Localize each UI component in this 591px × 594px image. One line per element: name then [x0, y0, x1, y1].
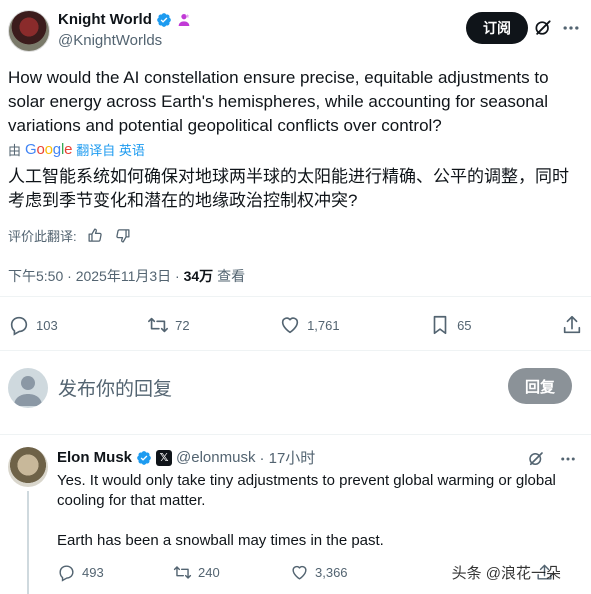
- reply-paragraph: Yes. It would only take tiny adjustments…: [57, 472, 556, 509]
- translated-text: 人工智能系统如何确保对地球两半球的太阳能进行精确、公平的调整，同时考虑到季节变化…: [8, 167, 569, 210]
- reply-reply-action[interactable]: 493: [57, 563, 104, 582]
- more-icon[interactable]: [559, 450, 577, 468]
- author-handle[interactable]: @KnightWorlds: [58, 32, 162, 49]
- bookmark-action[interactable]: 65: [429, 314, 472, 336]
- affiliate-person-icon: [178, 13, 190, 26]
- like-count: 1,761: [307, 317, 340, 333]
- reply-action[interactable]: 103: [8, 314, 58, 336]
- reply-icon: [59, 565, 74, 582]
- author-name-line: Knight World: [58, 11, 192, 28]
- verified-badge-icon: [137, 450, 151, 465]
- divider-actions: [0, 350, 591, 351]
- reply-repost-action[interactable]: 240: [173, 563, 220, 582]
- divider-top: [0, 296, 591, 297]
- share-action[interactable]: [561, 314, 583, 336]
- views-label: 查看: [213, 268, 246, 284]
- like-action[interactable]: 1,761: [279, 314, 340, 336]
- thread-line: [27, 491, 29, 594]
- reply-time[interactable]: · 17小时: [259, 447, 315, 468]
- verified-badge-icon: [157, 12, 171, 27]
- thumbs-down-icon[interactable]: [114, 227, 131, 244]
- heart-icon: [292, 565, 307, 580]
- reply-reply-count: 493: [82, 565, 104, 580]
- translated-by-prefix: 由: [8, 143, 22, 158]
- author-avatar[interactable]: [8, 10, 50, 52]
- repost-icon: [173, 566, 192, 579]
- grok-icon[interactable]: [533, 18, 553, 38]
- reply-like-action[interactable]: 3,366: [290, 563, 348, 582]
- rate-translation-label: 评价此翻译:: [8, 229, 77, 244]
- tweet-timestamp[interactable]: 下午5:50 · 2025年11月3日 ·: [8, 268, 184, 284]
- reply-like-count: 3,366: [315, 565, 348, 580]
- reply-input[interactable]: 发布你的回复: [58, 374, 172, 401]
- tweet-text: How would the AI constellation ensure pr…: [8, 68, 549, 135]
- reply-submit-button[interactable]: 回复: [508, 368, 572, 404]
- reply-count: 103: [36, 317, 58, 333]
- more-icon[interactable]: [561, 18, 581, 38]
- repost-icon: [148, 317, 169, 333]
- reply-author-name[interactable]: Elon Musk: [57, 449, 132, 466]
- reply-header: Elon Musk 𝕏 @elonmusk · 17小时: [57, 447, 315, 468]
- thumbs-up-icon[interactable]: [87, 227, 104, 244]
- reply-author-handle[interactable]: @elonmusk: [176, 449, 255, 466]
- default-avatar-icon: [14, 376, 42, 406]
- reply-author-avatar[interactable]: [8, 447, 48, 487]
- user-avatar[interactable]: [8, 368, 48, 408]
- tweet-actions: 103 72 1,761 65: [8, 314, 583, 336]
- reply-repost-count: 240: [198, 565, 220, 580]
- watermark-text: 头条 @浪花一朵: [451, 565, 561, 582]
- rate-translation: 评价此翻译:: [8, 226, 131, 245]
- bookmark-count: 65: [457, 317, 472, 333]
- reply-text: Yes. It would only take tiny adjustments…: [57, 471, 577, 551]
- divider-composer: [0, 434, 591, 435]
- translation-attribution: 由 Google 翻译自 英语: [8, 140, 145, 159]
- repost-count: 72: [175, 317, 190, 333]
- translated-from-link[interactable]: 翻译自 英语: [76, 140, 145, 159]
- tweet-header: Knight World @KnightWorlds 订阅: [8, 8, 583, 56]
- tweet-meta: 下午5:50 · 2025年11月3日 · 34万 查看: [8, 266, 245, 286]
- watermark: 头条 @浪花一朵: [452, 562, 561, 583]
- view-count: 34万: [183, 268, 214, 284]
- bookmark-icon: [433, 315, 447, 335]
- subscribe-button[interactable]: 订阅: [466, 12, 528, 44]
- google-logo: Google: [25, 141, 73, 158]
- author-name[interactable]: Knight World: [58, 11, 152, 28]
- grok-icon[interactable]: [527, 450, 545, 468]
- reply-paragraph: Earth has been a snowball may times in t…: [57, 532, 384, 549]
- reply-icon: [10, 316, 28, 336]
- share-icon: [563, 315, 581, 334]
- repost-action[interactable]: 72: [147, 314, 190, 336]
- heart-icon: [281, 317, 299, 334]
- x-affiliate-icon: 𝕏: [156, 449, 173, 466]
